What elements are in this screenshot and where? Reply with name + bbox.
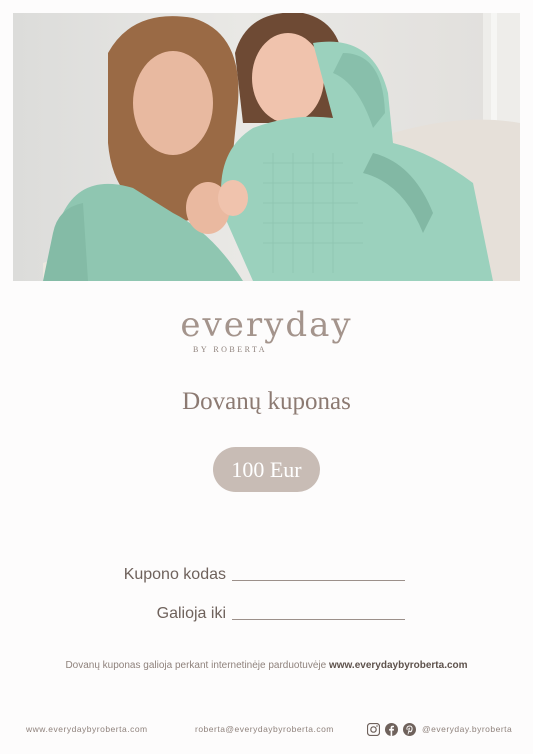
code-line (232, 580, 405, 581)
validity-note: Dovanų kuponas galioja perkant interneti… (0, 660, 533, 671)
validity-note-text: Dovanų kuponas galioja perkant interneti… (65, 660, 327, 671)
valid-until-line (232, 619, 405, 620)
voucher-amount: 100 Eur (231, 456, 302, 482)
footer-website[interactable]: www.everydaybyroberta.com (26, 724, 148, 734)
website-link[interactable]: www.everydaybyroberta.com (329, 660, 468, 671)
voucher-title: Dovanų kuponas (182, 388, 351, 415)
brand-subtitle: BY ROBERTA (193, 345, 268, 354)
pinterest-icon[interactable] (403, 723, 416, 736)
footer-handle[interactable]: @everyday.byroberta (422, 724, 512, 734)
instagram-icon[interactable] (366, 722, 381, 737)
footer-email[interactable]: roberta@everydaybyroberta.com (195, 724, 334, 734)
facebook-icon[interactable] (385, 723, 398, 736)
hero-photo (13, 13, 520, 281)
code-label: Kupono kodas (123, 566, 226, 583)
voucher-amount-badge: 100 Eur (213, 447, 320, 492)
brand-logo: everyday (180, 305, 353, 345)
valid-until-label: Galioja iki (156, 605, 226, 622)
